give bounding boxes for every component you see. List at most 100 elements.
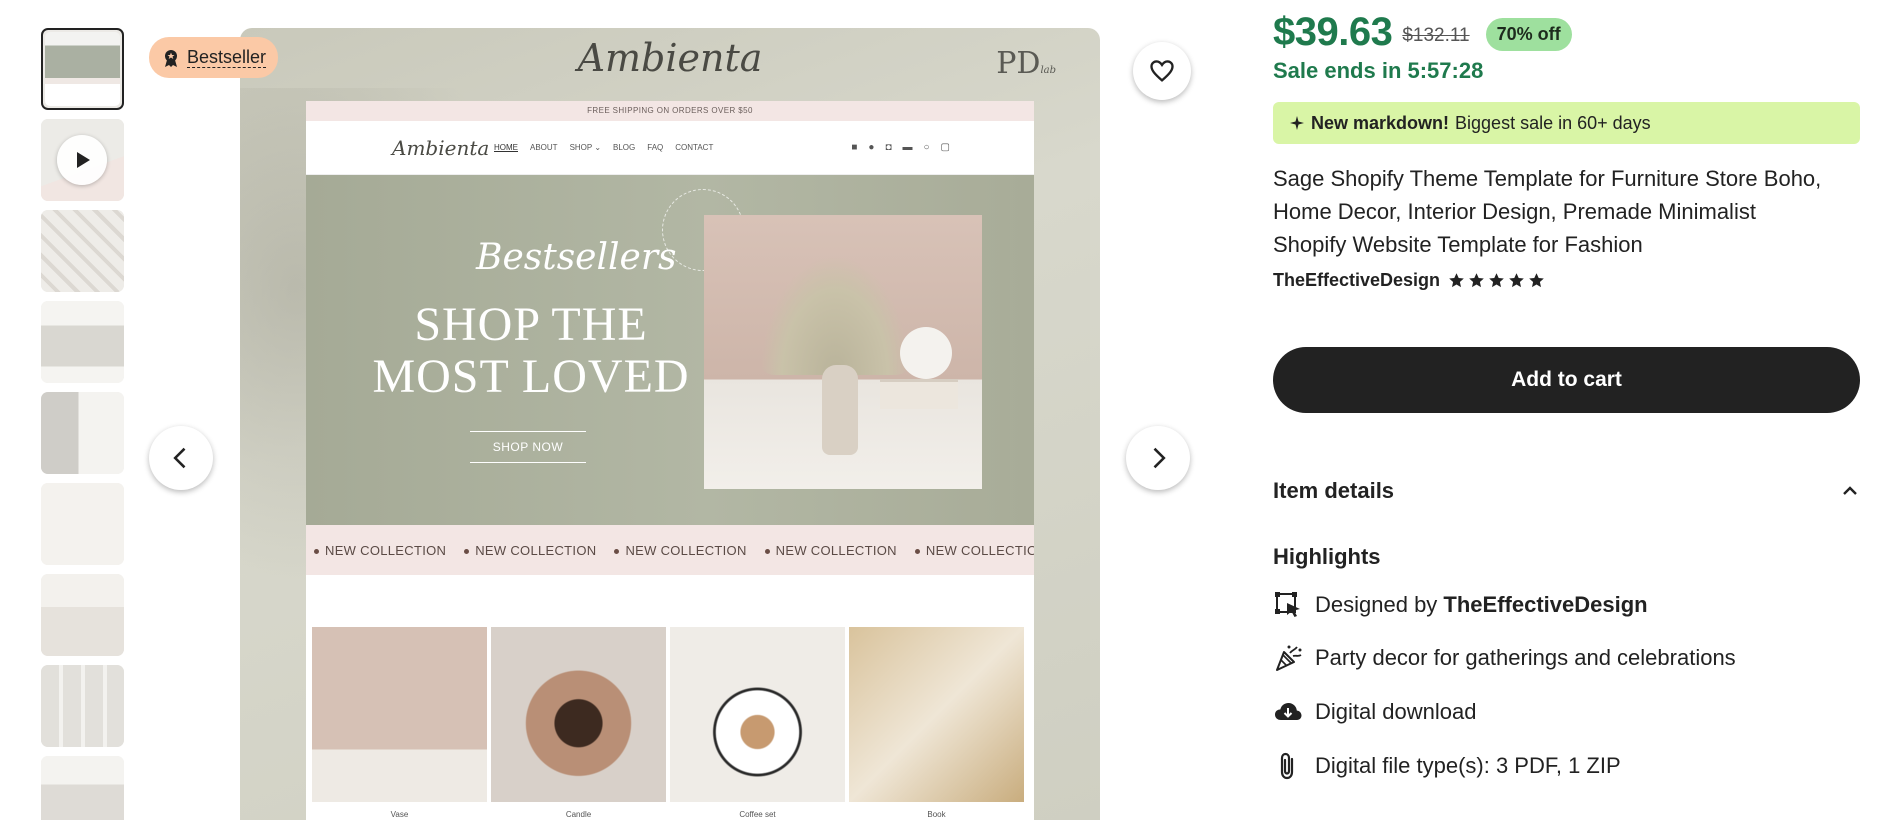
highlight-text: Digital file type(s): 3 PDF, 1 ZIP <box>1315 753 1621 778</box>
marquee-item: NEW COLLECTION <box>764 543 897 558</box>
mockup-social-icons: ■ ● ◘ ▬ ○ ▢ <box>851 142 950 153</box>
hero-line-1: SHOP THE <box>414 298 648 351</box>
bag-icon: ▢ <box>940 142 950 153</box>
thumbnail-8[interactable] <box>41 665 124 747</box>
next-image-button[interactable] <box>1126 426 1190 490</box>
mockup-brand-logo: Ambienta <box>577 36 763 80</box>
hero-script: Bestsellers <box>476 237 677 278</box>
rating-stars[interactable] <box>1448 272 1545 289</box>
hero-shop-now: SHOP NOW <box>470 431 586 463</box>
star-icon <box>1489 273 1504 288</box>
highlight-party-decor: Party decor for gatherings and celebrati… <box>1273 643 1736 673</box>
marquee-item: NEW COLLECTION <box>464 543 596 558</box>
thumbnail-9[interactable] <box>41 756 124 820</box>
mockup-nav-logo: Ambienta <box>392 135 490 160</box>
play-icon <box>57 135 107 185</box>
cloud-download-icon <box>1275 703 1302 720</box>
thumbnail-4[interactable] <box>41 301 124 383</box>
star-icon <box>1469 273 1484 288</box>
bestseller-label: Bestseller <box>187 47 267 68</box>
mockup-hero: Bestsellers SHOP THE MOST LOVED SHOP NOW <box>306 175 1034 525</box>
star-icon <box>1449 273 1464 288</box>
books <box>880 379 958 409</box>
product-label: Coffee set <box>739 810 776 819</box>
shop-name-link[interactable]: TheEffectiveDesign <box>1273 270 1440 291</box>
bestseller-badge[interactable]: Bestseller <box>149 37 279 78</box>
item-details-toggle[interactable]: Item details <box>1273 478 1860 504</box>
product-label: Candle <box>565 810 592 819</box>
marquee-item: NEW COLLECTION <box>914 543 1034 558</box>
thumbnail-5[interactable] <box>41 392 124 474</box>
thumbnail-3[interactable] <box>41 210 124 292</box>
thumbnail-7[interactable] <box>41 574 124 656</box>
thumbnail-video[interactable] <box>41 119 124 201</box>
vase <box>822 365 858 455</box>
palm-frond <box>760 255 910 375</box>
pd-lab-logo: PDlab <box>996 46 1056 81</box>
highlight-file-types: Digital file type(s): 3 PDF, 1 ZIP <box>1273 751 1621 781</box>
party-popper-icon <box>1276 645 1302 671</box>
hero-photo <box>704 215 982 489</box>
product-card: Book <box>849 627 1024 819</box>
chevron-right-icon <box>1153 447 1166 469</box>
price-row: $39.63 $132.11 70% off <box>1273 10 1572 55</box>
highlights-heading: Highlights <box>1273 544 1381 569</box>
mockup-nav-link: ABOUT <box>530 143 558 152</box>
product-card: Vase <box>312 627 487 819</box>
highlight-designer: Designed by TheEffectiveDesign <box>1273 590 1648 620</box>
thumbnail-strip <box>41 28 124 820</box>
product-label: Book <box>927 810 946 819</box>
previous-image-button[interactable] <box>149 426 213 490</box>
chevron-up-icon <box>1843 486 1857 495</box>
facebook-icon: ■ <box>851 142 858 153</box>
mockup-nav: Ambienta HOME ABOUT SHOP ⌄ BLOG FAQ CONT… <box>306 121 1034 175</box>
mockup-shipping-banner: FREE SHIPPING ON ORDERS OVER $50 <box>306 101 1034 121</box>
youtube-icon: ▬ <box>902 142 913 153</box>
paperclip-icon <box>1280 752 1294 780</box>
listing-title: Sage Shopify Theme Template for Furnitur… <box>1273 166 1822 257</box>
marquee-item: NEW COLLECTION <box>314 543 446 558</box>
pinterest-icon: ● <box>868 142 875 153</box>
designer-icon <box>1275 592 1300 617</box>
mockup-nav-link: FAQ <box>647 143 664 152</box>
highlight-text: Digital download <box>1315 699 1477 724</box>
mockup-nav-link: HOME <box>494 143 518 152</box>
mockup-nav-link: SHOP ⌄ <box>569 143 602 152</box>
star-icon <box>1509 273 1524 288</box>
mockup-nav-link: CONTACT <box>675 143 714 152</box>
globe-lamp <box>900 327 952 379</box>
mockup-nav-link: BLOG <box>613 143 636 152</box>
marquee-item: NEW COLLECTION <box>614 543 746 558</box>
discount-badge: 70% off <box>1485 17 1572 51</box>
item-details-label: Item details <box>1273 478 1395 503</box>
original-price: $132.11 <box>1402 24 1470 46</box>
hero-line-2: MOST LOVED <box>372 350 690 403</box>
favorite-button[interactable] <box>1133 42 1191 100</box>
main-listing-image[interactable]: Ambienta PDlab FREE SHIPPING ON ORDERS O… <box>240 28 1100 820</box>
award-ribbon-icon <box>165 49 177 67</box>
highlight-digital-download: Digital download <box>1273 697 1476 727</box>
markdown-text: Biggest sale in 60+ days <box>1455 112 1651 133</box>
markdown-banner: New markdown! Biggest sale in 60+ days <box>1273 102 1860 144</box>
instagram-icon: ◘ <box>885 142 892 153</box>
product-card: Candle <box>491 627 666 819</box>
product-card: Coffee set <box>670 627 845 819</box>
add-to-cart-button[interactable]: Add to cart <box>1273 347 1860 413</box>
mockup-products: Vase Candle Coffee set Book <box>312 627 1024 819</box>
sparkle-icon <box>1290 116 1304 130</box>
current-price: $39.63 <box>1273 10 1393 54</box>
shop-row: TheEffectiveDesign <box>1273 270 1545 291</box>
thumbnail-6[interactable] <box>41 483 124 565</box>
mockup-marquee: NEW COLLECTION NEW COLLECTION NEW COLLEC… <box>306 525 1034 575</box>
sale-countdown: Sale ends in 5:57:28 <box>1273 58 1484 83</box>
website-mockup: FREE SHIPPING ON ORDERS OVER $50 Ambient… <box>306 101 1034 820</box>
markdown-title: New markdown! <box>1311 112 1450 133</box>
product-label: Vase <box>390 810 409 819</box>
highlight-text: Party decor for gatherings and celebrati… <box>1315 645 1736 670</box>
chevron-left-icon <box>173 447 186 469</box>
hero-heading: SHOP THE MOST LOVED <box>366 299 696 403</box>
thumbnail-1[interactable] <box>41 28 124 110</box>
heart-icon <box>1150 60 1174 82</box>
highlight-text: Designed by TheEffectiveDesign <box>1315 592 1648 617</box>
search-icon: ○ <box>923 142 930 153</box>
